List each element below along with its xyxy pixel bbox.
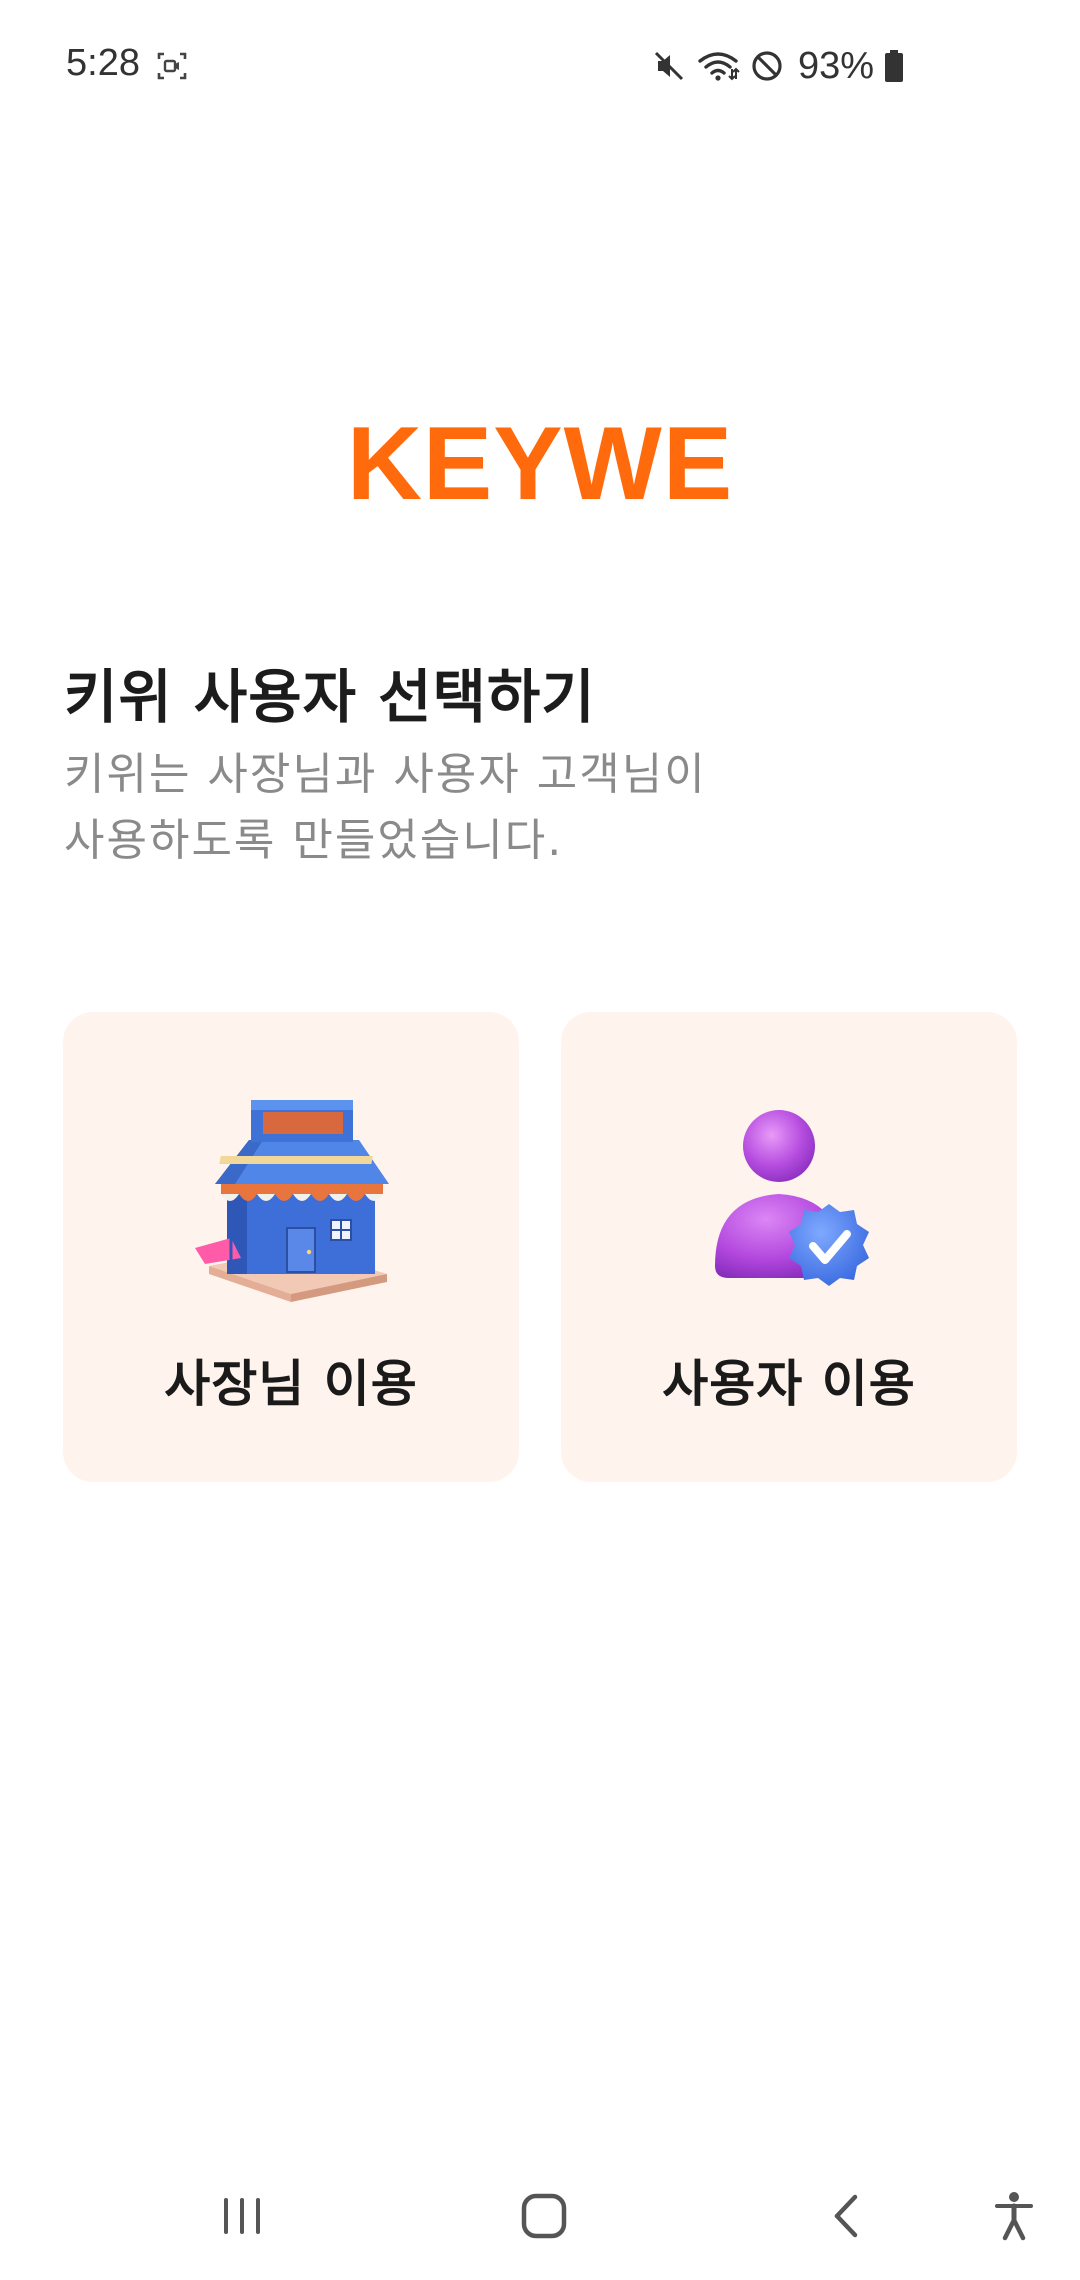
do-not-disturb-icon [750, 49, 784, 83]
wifi-icon [696, 49, 740, 83]
status-bar: 5:28 93% [0, 0, 1080, 135]
status-icons: 93% [652, 44, 904, 88]
owner-card-label: 사장님 이용 [164, 1355, 418, 1413]
subtitle-line-1: 키위는 사장님과 사용자 고객님이 [64, 749, 707, 800]
keywe-logo: KEYWE [346, 406, 734, 522]
accessibility-icon[interactable] [964, 2166, 1064, 2266]
battery-percentage: 93% [797, 44, 874, 87]
back-icon[interactable] [791, 2166, 901, 2266]
home-icon[interactable] [489, 2166, 599, 2266]
owner-select-card[interactable]: 사장님 이용 [63, 1012, 519, 1482]
status-time: 5:28 [66, 42, 140, 84]
user-select-card[interactable]: 사용자 이용 [561, 1012, 1017, 1482]
screen-record-icon [156, 50, 188, 82]
battery-icon [884, 49, 904, 83]
verified-user-icon [689, 1098, 889, 1308]
store-icon [191, 1098, 391, 1308]
recents-icon[interactable] [187, 2166, 297, 2266]
subtitle-line-2: 사용하도록 만들었습니다. [64, 815, 564, 866]
system-nav-bar [0, 2150, 1080, 2280]
user-card-label: 사용자 이용 [662, 1355, 916, 1413]
page-subtitle: 키위는 사장님과 사용자 고객님이 사용하도록 만들었습니다. [64, 742, 964, 874]
page-title: 키위 사용자 선택하기 [64, 663, 596, 731]
mute-icon [652, 49, 686, 83]
